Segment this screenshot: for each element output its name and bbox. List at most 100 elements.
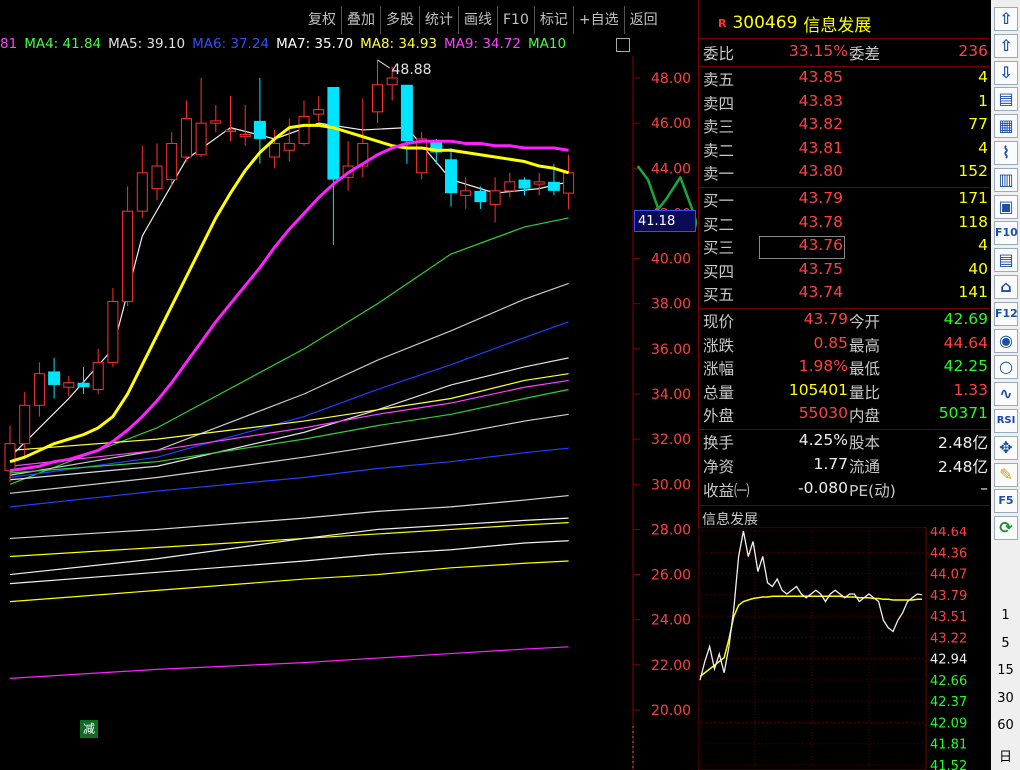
chart-line-icon[interactable]: ⌇	[994, 141, 1018, 165]
divider	[699, 66, 990, 67]
divider	[699, 429, 990, 430]
doc-icon[interactable]: ▤	[994, 248, 1018, 273]
order-level-label: 卖五	[703, 71, 735, 89]
candle-body	[4, 443, 16, 472]
period-1[interactable]: 1	[991, 608, 1020, 623]
rsi-icon[interactable]: RSI	[994, 409, 1018, 433]
candle-body	[180, 118, 192, 158]
mini-y-label: 44.36	[930, 546, 967, 561]
move-icon[interactable]: ✥	[994, 435, 1018, 460]
toolbar-btn-6[interactable]: 标记	[533, 6, 573, 34]
candle-body	[489, 190, 501, 205]
order-level-label: 买二	[703, 215, 735, 234]
quote-label: 涨跌	[703, 336, 735, 355]
period-30[interactable]: 30	[991, 691, 1020, 706]
order-volume: 40	[968, 259, 988, 278]
order-level-label: 买三	[703, 239, 735, 258]
fund-value: -0.080	[798, 479, 848, 497]
f10-icon[interactable]: F10	[994, 221, 1018, 246]
high-label: 48.88	[392, 62, 432, 78]
buy-row: 买三 43.76 4	[703, 236, 988, 259]
quote-value-2: 42.69	[943, 310, 988, 328]
down-arrow-icon[interactable]: ⇩	[994, 60, 1018, 85]
fund-label-2: 流通	[849, 458, 881, 476]
buy-row: 买四 43.75 40	[703, 260, 988, 283]
toolbar-btn-2[interactable]: 多股	[380, 6, 419, 34]
sell-row: 卖五 43.85 4	[703, 68, 988, 91]
reduce-badge: 减	[80, 720, 98, 738]
toolbar-btn-0[interactable]: 复权	[303, 6, 341, 34]
order-level-label: 卖三	[703, 118, 735, 137]
table-icon[interactable]: ▦	[994, 114, 1018, 139]
window-toggle-icon[interactable]	[616, 38, 630, 52]
candle-body	[504, 181, 516, 192]
f10-circle-icon[interactable]: ◉	[994, 328, 1018, 353]
order-level-label: 卖四	[703, 94, 735, 113]
ma-line-MA9	[9, 139, 569, 473]
candle-body	[533, 181, 545, 185]
quote-value-2: 42.25	[943, 357, 988, 376]
fund-value: 1.77	[813, 455, 848, 473]
intraday-chart[interactable]: 44.64 44.36 44.07 43.79 43.51 43.22 42.94 42.66…	[698, 527, 990, 770]
toolbar-btn-5[interactable]: F10	[497, 6, 534, 34]
candle-body	[563, 172, 575, 194]
sell-row: 卖一 43.80 152	[703, 162, 988, 185]
order-volume: 171	[958, 189, 988, 207]
kline-chart[interactable]: 48.0046.0044.0042.0040.0038.0036.0034.00…	[0, 56, 697, 770]
order-price: 43.85	[798, 68, 843, 86]
mini-y-label: 42.09	[930, 716, 967, 731]
mini-y-label: 43.22	[930, 631, 967, 646]
candle-body	[122, 210, 134, 302]
period-5[interactable]: 5	[991, 636, 1020, 651]
divider	[699, 505, 990, 506]
weicha-value: 236	[958, 42, 988, 60]
circle-icon[interactable]: ○	[994, 355, 1018, 380]
up-arrow-2-icon[interactable]: ⇧	[994, 33, 1018, 58]
quote-row: 外盘 55030 内盘 50371	[703, 404, 988, 427]
ma-line	[9, 540, 569, 585]
quote-value-2: 44.64	[943, 333, 988, 352]
candle-icon[interactable]: ▥	[994, 167, 1018, 192]
f12-icon[interactable]: F12	[994, 301, 1018, 326]
toolbar-btn-1[interactable]: 叠加	[341, 6, 380, 34]
candle-body	[63, 382, 75, 388]
y-tick-label: 48.00	[651, 71, 691, 87]
home-icon[interactable]: ⌂	[994, 275, 1018, 299]
fund-label: 收益㈠	[703, 482, 750, 500]
toolbar-btn-7[interactable]: +自选	[572, 6, 624, 34]
order-price: 43.75	[798, 259, 843, 278]
order-level-label: 买四	[703, 262, 735, 281]
chart-toolbar: 复权 叠加 多股 统计 画线 F10 标记 +自选 返回	[303, 6, 663, 34]
candle-body	[372, 84, 383, 113]
candle-body	[474, 190, 487, 203]
toolbar-btn-8[interactable]: 返回	[623, 6, 663, 34]
fund-label: 净资	[703, 458, 735, 476]
candle-body	[19, 404, 31, 445]
period-日[interactable]: 日	[991, 746, 1020, 765]
period-60[interactable]: 60	[991, 718, 1020, 733]
list-icon[interactable]: ▤	[994, 87, 1018, 112]
order-price: 43.78	[798, 212, 843, 231]
candle-body	[225, 129, 236, 132]
mini-y-label: 44.64	[930, 527, 967, 540]
f5-icon[interactable]: F5	[994, 489, 1018, 514]
candle-body	[166, 142, 178, 181]
order-volume: 1	[978, 91, 988, 110]
weibi-label: 委比	[703, 45, 735, 63]
sell-row: 卖四 43.83 1	[703, 92, 988, 115]
pencil-icon[interactable]: ✎	[994, 462, 1018, 487]
toolbar-btn-4[interactable]: 画线	[458, 6, 497, 34]
wave-icon[interactable]: ∿	[994, 382, 1018, 407]
quote-label-2: 今开	[849, 313, 881, 331]
y-tick-label: 34.00	[651, 387, 691, 403]
buy-row: 买二 43.78 118	[703, 213, 988, 236]
up-arrow-icon[interactable]: ⇧	[994, 7, 1018, 31]
candle-body	[136, 172, 148, 212]
y-tick-label: 26.00	[651, 568, 691, 584]
window-icon[interactable]: ▣	[994, 194, 1018, 219]
period-15[interactable]: 15	[991, 663, 1020, 678]
weicha-label: 委差	[849, 45, 881, 63]
refresh-icon[interactable]: ⟳	[994, 516, 1018, 541]
toolbar-btn-3[interactable]: 统计	[419, 6, 458, 34]
quote-value: 1.98%	[798, 357, 848, 376]
